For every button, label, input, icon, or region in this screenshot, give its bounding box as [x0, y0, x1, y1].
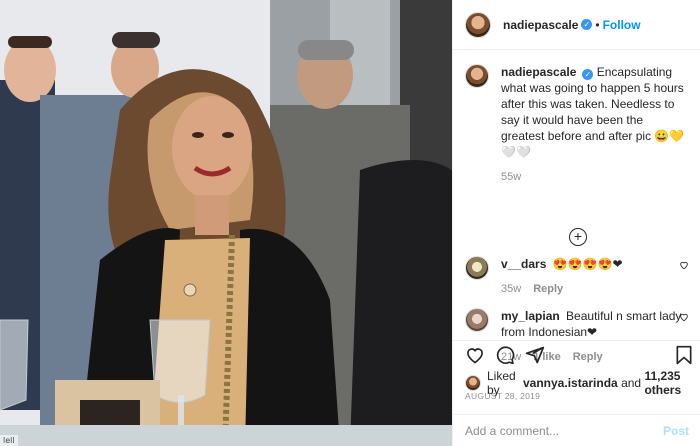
- share-paper-plane-icon[interactable]: [525, 345, 545, 365]
- verified-badge-icon: ✓: [581, 19, 593, 30]
- add-comment-input[interactable]: Add a comment...: [465, 424, 663, 438]
- comment-item: v__dars 😍😍😍😍❤ 35w Reply: [465, 256, 689, 297]
- caption-username[interactable]: nadiepascale: [501, 65, 576, 79]
- caption-body: nadiepascale ✓ Encapsulating what was goi…: [501, 64, 688, 185]
- post-comment-button[interactable]: Post: [663, 424, 689, 438]
- liked-by-and: and: [621, 376, 642, 390]
- post-header: nadiepascale ✓ • Follow: [453, 0, 700, 50]
- comment-meta: 35w Reply: [501, 281, 689, 297]
- comment-body: v__dars 😍😍😍😍❤ 35w Reply: [501, 256, 689, 297]
- comment-bubble-icon[interactable]: [495, 345, 515, 365]
- comment-reply-button[interactable]: Reply: [533, 283, 563, 295]
- commenter-avatar[interactable]: [465, 308, 489, 332]
- photo-illustration: [0, 0, 452, 446]
- caption-avatar[interactable]: [465, 64, 489, 88]
- save-bookmark-icon[interactable]: [675, 345, 693, 365]
- liker-avatar[interactable]: [465, 375, 481, 391]
- liked-by-user[interactable]: vannya.istarinda: [523, 376, 618, 390]
- header-separator: •: [595, 17, 600, 32]
- post-side-panel: nadiepascale ✓ • Follow nadiepascale ✓ En…: [452, 0, 700, 446]
- photo-corner-text: lell: [0, 435, 18, 446]
- author-username[interactable]: nadiepascale: [503, 18, 578, 32]
- commenter-avatar[interactable]: [465, 256, 489, 280]
- caption-text: Encapsulating what was going to happen 5…: [501, 65, 685, 159]
- comments-section: nadiepascale ✓ Encapsulating what was goi…: [453, 50, 700, 363]
- comment-text: 😍😍😍😍❤: [552, 257, 623, 271]
- liked-by-others[interactable]: 11,235 others: [644, 369, 700, 397]
- follow-button[interactable]: Follow: [603, 18, 641, 32]
- load-more-comments-icon[interactable]: +: [569, 228, 587, 246]
- caption-age[interactable]: 55w: [501, 169, 688, 185]
- comment-age[interactable]: 35w: [501, 283, 521, 295]
- post-date[interactable]: AUGUST 28, 2019: [465, 391, 540, 401]
- comment-like-heart-icon[interactable]: [679, 312, 689, 322]
- author-avatar[interactable]: [465, 11, 491, 38]
- caption: nadiepascale ✓ Encapsulating what was goi…: [465, 64, 688, 185]
- comment-username[interactable]: v__dars: [501, 257, 546, 271]
- verified-badge-icon: ✓: [582, 69, 594, 80]
- comment-like-heart-icon[interactable]: [679, 260, 689, 270]
- add-comment-bar: Add a comment... Post: [453, 414, 700, 446]
- like-heart-icon[interactable]: [465, 345, 485, 365]
- comment-username[interactable]: my_lapian: [501, 309, 560, 323]
- post-photo[interactable]: lell: [0, 0, 452, 446]
- action-bar: [453, 340, 700, 368]
